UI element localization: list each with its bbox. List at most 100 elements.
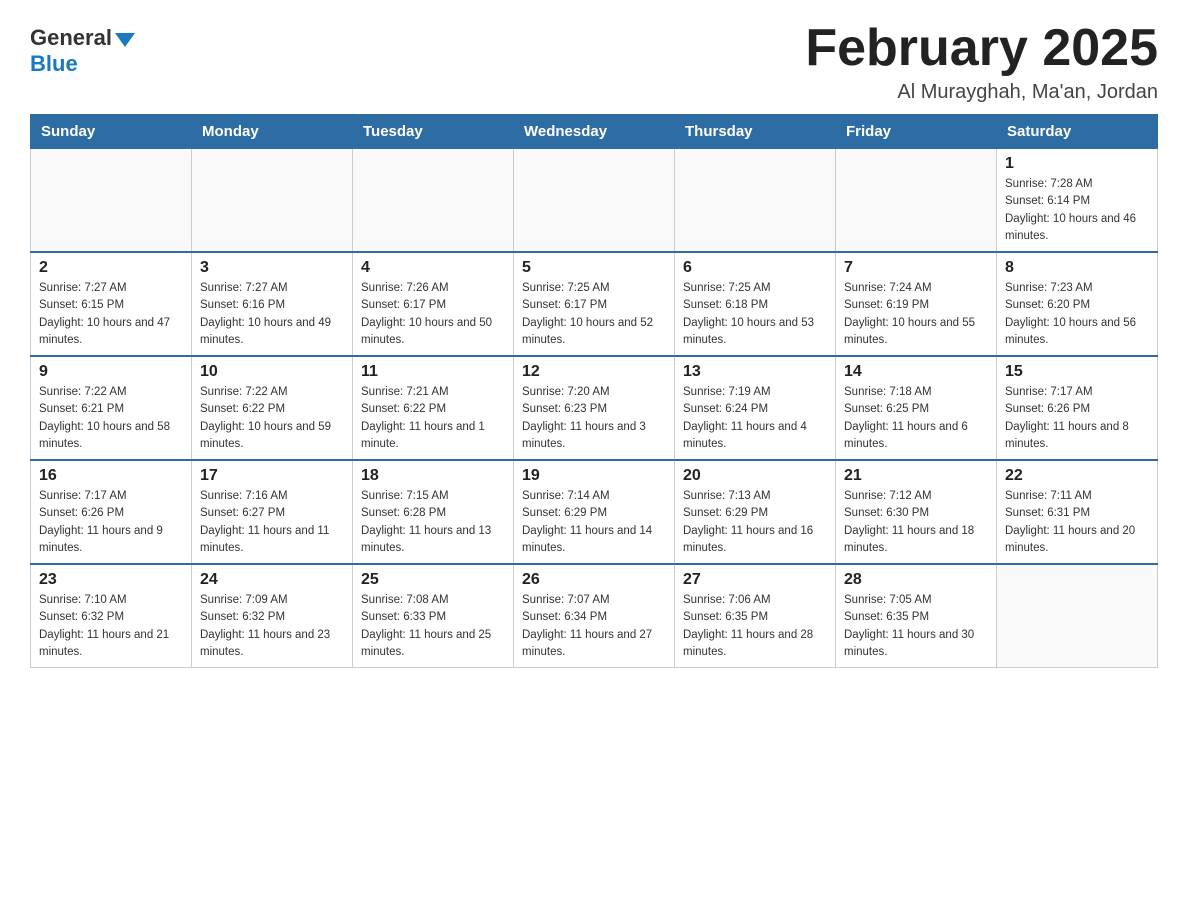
day-info: Sunrise: 7:25 AM Sunset: 6:18 PM Dayligh… [683, 280, 827, 349]
calendar-cell: 16 Sunrise: 7:17 AM Sunset: 6:26 PM Dayli… [31, 460, 192, 564]
day-info: Sunrise: 7:21 AM Sunset: 6:22 PM Dayligh… [361, 384, 505, 453]
day-number: 2 [39, 259, 183, 277]
calendar-cell: 13 Sunrise: 7:19 AM Sunset: 6:24 PM Dayli… [675, 356, 836, 460]
day-info: Sunrise: 7:13 AM Sunset: 6:29 PM Dayligh… [683, 488, 827, 557]
calendar-cell: 27 Sunrise: 7:06 AM Sunset: 6:35 PM Dayli… [675, 564, 836, 668]
day-info: Sunrise: 7:25 AM Sunset: 6:17 PM Dayligh… [522, 280, 666, 349]
day-number: 9 [39, 363, 183, 381]
calendar-cell: 4 Sunrise: 7:26 AM Sunset: 6:17 PM Daylig… [353, 252, 514, 356]
day-info: Sunrise: 7:17 AM Sunset: 6:26 PM Dayligh… [1005, 384, 1149, 453]
calendar-cell: 25 Sunrise: 7:08 AM Sunset: 6:33 PM Dayli… [353, 564, 514, 668]
day-number: 3 [200, 259, 344, 277]
day-info: Sunrise: 7:05 AM Sunset: 6:35 PM Dayligh… [844, 592, 988, 661]
day-info: Sunrise: 7:07 AM Sunset: 6:34 PM Dayligh… [522, 592, 666, 661]
day-info: Sunrise: 7:27 AM Sunset: 6:15 PM Dayligh… [39, 280, 183, 349]
calendar-cell: 26 Sunrise: 7:07 AM Sunset: 6:34 PM Dayli… [514, 564, 675, 668]
calendar-cell: 14 Sunrise: 7:18 AM Sunset: 6:25 PM Dayli… [836, 356, 997, 460]
calendar-cell: 11 Sunrise: 7:21 AM Sunset: 6:22 PM Dayli… [353, 356, 514, 460]
calendar-week-row: 16 Sunrise: 7:17 AM Sunset: 6:26 PM Dayli… [31, 460, 1158, 564]
day-number: 14 [844, 363, 988, 381]
day-info: Sunrise: 7:12 AM Sunset: 6:30 PM Dayligh… [844, 488, 988, 557]
calendar-cell: 7 Sunrise: 7:24 AM Sunset: 6:19 PM Daylig… [836, 252, 997, 356]
calendar-cell [514, 149, 675, 253]
logo-triangle-icon [115, 33, 135, 47]
day-number: 19 [522, 467, 666, 485]
day-info: Sunrise: 7:28 AM Sunset: 6:14 PM Dayligh… [1005, 176, 1149, 245]
title-area: February 2025 Al Murayghah, Ma'an, Jorda… [805, 20, 1158, 104]
day-number: 20 [683, 467, 827, 485]
calendar-table: SundayMondayTuesdayWednesdayThursdayFrid… [30, 114, 1158, 668]
day-number: 11 [361, 363, 505, 381]
calendar-cell: 22 Sunrise: 7:11 AM Sunset: 6:31 PM Dayli… [997, 460, 1158, 564]
logo: General Blue [30, 20, 135, 77]
day-header-wednesday: Wednesday [514, 115, 675, 149]
day-number: 4 [361, 259, 505, 277]
day-number: 22 [1005, 467, 1149, 485]
page-header: General Blue February 2025 Al Murayghah,… [30, 20, 1158, 104]
calendar-cell: 8 Sunrise: 7:23 AM Sunset: 6:20 PM Daylig… [997, 252, 1158, 356]
day-number: 1 [1005, 155, 1149, 173]
day-info: Sunrise: 7:18 AM Sunset: 6:25 PM Dayligh… [844, 384, 988, 453]
day-number: 16 [39, 467, 183, 485]
day-number: 10 [200, 363, 344, 381]
day-number: 7 [844, 259, 988, 277]
day-number: 25 [361, 571, 505, 589]
day-header-thursday: Thursday [675, 115, 836, 149]
calendar-cell: 2 Sunrise: 7:27 AM Sunset: 6:15 PM Daylig… [31, 252, 192, 356]
day-number: 8 [1005, 259, 1149, 277]
day-number: 23 [39, 571, 183, 589]
day-info: Sunrise: 7:17 AM Sunset: 6:26 PM Dayligh… [39, 488, 183, 557]
day-header-sunday: Sunday [31, 115, 192, 149]
logo-blue-text: Blue [30, 51, 78, 77]
calendar-cell: 5 Sunrise: 7:25 AM Sunset: 6:17 PM Daylig… [514, 252, 675, 356]
day-number: 13 [683, 363, 827, 381]
calendar-cell: 1 Sunrise: 7:28 AM Sunset: 6:14 PM Daylig… [997, 149, 1158, 253]
day-header-monday: Monday [192, 115, 353, 149]
day-info: Sunrise: 7:11 AM Sunset: 6:31 PM Dayligh… [1005, 488, 1149, 557]
day-info: Sunrise: 7:26 AM Sunset: 6:17 PM Dayligh… [361, 280, 505, 349]
calendar-cell: 21Sunrise: 7:12 AM Sunset: 6:30 PM Dayli… [836, 460, 997, 564]
day-number: 15 [1005, 363, 1149, 381]
day-number: 6 [683, 259, 827, 277]
calendar-cell [997, 564, 1158, 668]
day-info: Sunrise: 7:14 AM Sunset: 6:29 PM Dayligh… [522, 488, 666, 557]
calendar-cell [192, 149, 353, 253]
day-info: Sunrise: 7:10 AM Sunset: 6:32 PM Dayligh… [39, 592, 183, 661]
calendar-cell: 23 Sunrise: 7:10 AM Sunset: 6:32 PM Dayli… [31, 564, 192, 668]
day-info: Sunrise: 7:24 AM Sunset: 6:19 PM Dayligh… [844, 280, 988, 349]
day-info: Sunrise: 7:23 AM Sunset: 6:20 PM Dayligh… [1005, 280, 1149, 349]
calendar-header-row: SundayMondayTuesdayWednesdayThursdayFrid… [31, 115, 1158, 149]
calendar-cell: 15 Sunrise: 7:17 AM Sunset: 6:26 PM Dayli… [997, 356, 1158, 460]
calendar-cell: 3 Sunrise: 7:27 AM Sunset: 6:16 PM Daylig… [192, 252, 353, 356]
calendar-cell: 12 Sunrise: 7:20 AM Sunset: 6:23 PM Dayli… [514, 356, 675, 460]
calendar-cell: 10Sunrise: 7:22 AM Sunset: 6:22 PM Dayli… [192, 356, 353, 460]
calendar-cell [836, 149, 997, 253]
calendar-cell: 9 Sunrise: 7:22 AM Sunset: 6:21 PM Daylig… [31, 356, 192, 460]
day-info: Sunrise: 7:06 AM Sunset: 6:35 PM Dayligh… [683, 592, 827, 661]
day-info: Sunrise: 7:22 AM Sunset: 6:21 PM Dayligh… [39, 384, 183, 453]
calendar-cell [353, 149, 514, 253]
calendar-cell: 18Sunrise: 7:15 AM Sunset: 6:28 PM Dayli… [353, 460, 514, 564]
day-info: Sunrise: 7:08 AM Sunset: 6:33 PM Dayligh… [361, 592, 505, 661]
day-number: 27 [683, 571, 827, 589]
day-info: Sunrise: 7:20 AM Sunset: 6:23 PM Dayligh… [522, 384, 666, 453]
day-info: Sunrise: 7:19 AM Sunset: 6:24 PM Dayligh… [683, 384, 827, 453]
calendar-cell: 6 Sunrise: 7:25 AM Sunset: 6:18 PM Daylig… [675, 252, 836, 356]
calendar-cell: 17Sunrise: 7:16 AM Sunset: 6:27 PM Dayli… [192, 460, 353, 564]
logo-general-text: General [30, 25, 112, 51]
day-number: 24 [200, 571, 344, 589]
day-number: 12 [522, 363, 666, 381]
calendar-cell: 28Sunrise: 7:05 AM Sunset: 6:35 PM Dayli… [836, 564, 997, 668]
calendar-cell: 20 Sunrise: 7:13 AM Sunset: 6:29 PM Dayli… [675, 460, 836, 564]
month-title: February 2025 [805, 20, 1158, 77]
day-header-tuesday: Tuesday [353, 115, 514, 149]
day-header-saturday: Saturday [997, 115, 1158, 149]
calendar-week-row: 1 Sunrise: 7:28 AM Sunset: 6:14 PM Daylig… [31, 149, 1158, 253]
day-info: Sunrise: 7:09 AM Sunset: 6:32 PM Dayligh… [200, 592, 344, 661]
day-info: Sunrise: 7:27 AM Sunset: 6:16 PM Dayligh… [200, 280, 344, 349]
day-number: 18 [361, 467, 505, 485]
day-number: 5 [522, 259, 666, 277]
day-number: 26 [522, 571, 666, 589]
calendar-cell [675, 149, 836, 253]
calendar-cell: 24 Sunrise: 7:09 AM Sunset: 6:32 PM Dayli… [192, 564, 353, 668]
